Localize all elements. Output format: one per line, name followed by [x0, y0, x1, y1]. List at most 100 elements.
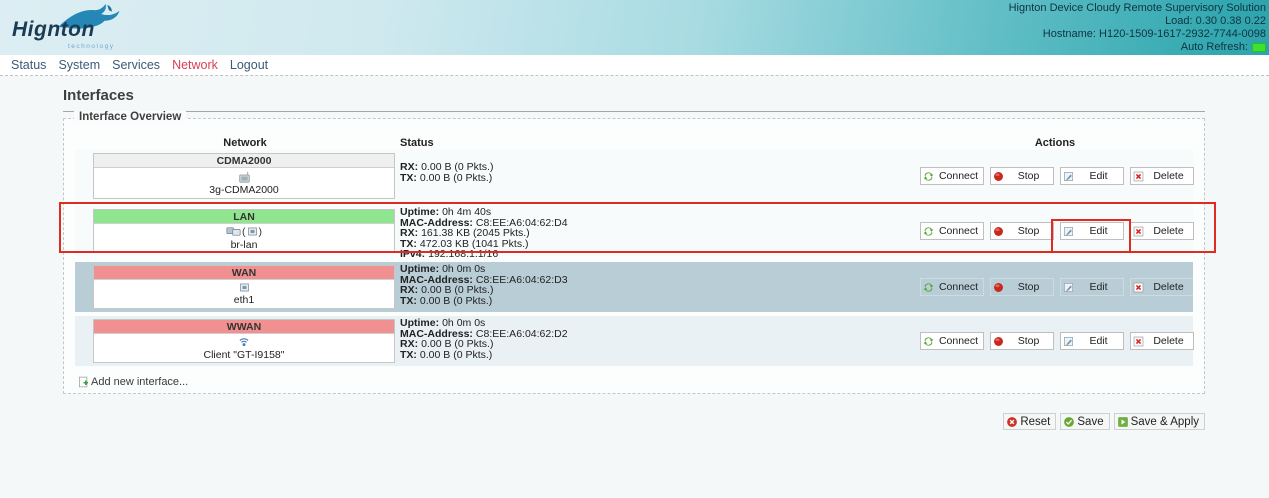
- interface-name-badge: WWAN: [94, 320, 394, 334]
- add-new-interface-label: Add new interface...: [91, 376, 188, 388]
- auto-refresh-toggle[interactable]: [1252, 43, 1266, 52]
- delete-icon: [1133, 282, 1144, 293]
- status-value: 192.168.1.1/16: [428, 248, 498, 260]
- hignton-logo: Hignton technology: [10, 4, 150, 52]
- top-banner: Hignton technology Hignton Device Cloudy…: [0, 0, 1269, 55]
- add-new-interface-link[interactable]: Add new interface...: [78, 376, 188, 388]
- stop-button[interactable]: Stop: [990, 332, 1054, 350]
- edit-button[interactable]: Edit: [1060, 278, 1124, 296]
- edit-icon: [1063, 226, 1074, 237]
- interface-row-wan: WAN eth1 Uptime:0h 0m 0s MAC-Address:C8:…: [75, 262, 1193, 312]
- save-button[interactable]: Save: [1060, 413, 1109, 430]
- edit-button[interactable]: Edit: [1060, 222, 1124, 240]
- edit-icon: [1063, 171, 1074, 182]
- interface-row-wwan: WWAN Client "GT-I9158" Uptime:0h 0m 0s M…: [75, 316, 1193, 366]
- connect-button[interactable]: Connect: [920, 167, 984, 185]
- status-value: 0.00 B (0 Pkts.): [420, 172, 492, 184]
- interface-device-name: br-lan: [231, 239, 258, 251]
- delete-icon: [1133, 226, 1144, 237]
- interface-card-cdma2000: CDMA2000 3g-CDMA2000: [93, 153, 395, 199]
- status-cell: Uptime:0h 0m 0s MAC-Address:C8:EE:A6:04:…: [400, 318, 568, 360]
- stop-button[interactable]: Stop: [990, 222, 1054, 240]
- form-footer: Reset Save Save & Apply: [63, 413, 1205, 430]
- interface-name-badge: LAN: [94, 210, 394, 224]
- delete-icon: [1133, 171, 1144, 182]
- wifi-icon: [238, 336, 250, 348]
- edit-icon: [1063, 336, 1074, 347]
- delete-button[interactable]: Delete: [1130, 332, 1194, 350]
- delete-button[interactable]: Delete: [1130, 167, 1194, 185]
- edit-icon: [1063, 282, 1074, 293]
- load-average: Load: 0.30 0.38 0.22: [1009, 15, 1266, 28]
- status-cell: Uptime:0h 4m 40s MAC-Address:C8:EE:A6:04…: [400, 207, 568, 260]
- actions-cell: Connect Stop Edit Delete: [920, 206, 1196, 256]
- menu-item-services[interactable]: Services: [106, 58, 166, 72]
- interface-card-lan: LAN ( ) br-lan: [93, 209, 395, 253]
- interface-device-name: 3g-CDMA2000: [209, 184, 278, 196]
- save-apply-button[interactable]: Save & Apply: [1114, 413, 1205, 430]
- system-info-block: Hignton Device Cloudy Remote Supervisory…: [1009, 2, 1266, 54]
- delete-button[interactable]: Delete: [1130, 278, 1194, 296]
- interface-device-name: Client "GT-I9158": [204, 349, 285, 361]
- menu-item-status[interactable]: Status: [5, 58, 52, 72]
- interface-card-wan: WAN eth1: [93, 265, 395, 309]
- logo-subtitle: technology: [68, 43, 114, 50]
- stop-icon: [993, 171, 1004, 182]
- paren-open: (: [242, 226, 246, 238]
- logo-wordmark: Hignton: [12, 18, 95, 42]
- status-label: TX:: [400, 349, 417, 361]
- modem-3g-icon: [238, 171, 251, 183]
- save-icon: [1063, 416, 1075, 428]
- stop-button[interactable]: Stop: [990, 278, 1054, 296]
- status-label: IPv4:: [400, 248, 425, 260]
- add-icon: [78, 376, 89, 388]
- interface-row-lan: LAN ( ) br-lan Uptime:0h 4m 40s MAC-Addr…: [75, 206, 1193, 256]
- edit-button[interactable]: Edit: [1060, 167, 1124, 185]
- ethernet-port-icon: [247, 226, 258, 237]
- interface-name-badge: CDMA2000: [94, 154, 394, 168]
- stop-icon: [993, 226, 1004, 237]
- product-line: Hignton Device Cloudy Remote Supervisory…: [1009, 2, 1266, 15]
- connect-icon: [923, 282, 934, 293]
- status-value: 0.00 B (0 Pkts.): [420, 295, 492, 307]
- connect-icon: [923, 226, 934, 237]
- status-label: TX:: [400, 172, 417, 184]
- interface-device-name: eth1: [234, 294, 254, 306]
- column-header-network: Network: [93, 137, 397, 149]
- connect-button[interactable]: Connect: [920, 278, 984, 296]
- hostname: Hostname: H120-1509-1617-2932-7744-0098: [1009, 28, 1266, 41]
- reset-button[interactable]: Reset: [1003, 413, 1056, 430]
- status-value: 0.00 B (0 Pkts.): [420, 349, 492, 361]
- connect-button[interactable]: Connect: [920, 332, 984, 350]
- save-apply-icon: [1117, 416, 1129, 428]
- status-cell: Uptime:0h 0m 0s MAC-Address:C8:EE:A6:04:…: [400, 264, 568, 306]
- page-title: Interfaces: [63, 87, 1205, 112]
- paren-close: ): [259, 226, 263, 238]
- column-header-actions: Actions: [915, 137, 1195, 149]
- interface-name-badge: WAN: [94, 266, 394, 280]
- stop-icon: [993, 336, 1004, 347]
- section-legend: Interface Overview: [74, 111, 186, 123]
- actions-cell: Connect Stop Edit Delete: [920, 262, 1196, 312]
- stop-button[interactable]: Stop: [990, 167, 1054, 185]
- actions-cell: Connect Stop Edit Delete: [920, 316, 1196, 366]
- menu-item-network[interactable]: Network: [166, 58, 224, 72]
- menu-item-logout[interactable]: Logout: [224, 58, 274, 72]
- delete-icon: [1133, 336, 1144, 347]
- connect-icon: [923, 336, 934, 347]
- column-header-status: Status: [400, 137, 434, 149]
- interface-card-wwan: WWAN Client "GT-I9158": [93, 319, 395, 363]
- reset-icon: [1006, 416, 1018, 428]
- status-label: TX:: [400, 295, 417, 307]
- delete-button[interactable]: Delete: [1130, 222, 1194, 240]
- edit-button[interactable]: Edit: [1060, 332, 1124, 350]
- ethernet-port-icon: [239, 282, 250, 293]
- connect-icon: [923, 171, 934, 182]
- interface-row-cdma2000: CDMA2000 3g-CDMA2000 RX:0.00 B (0 Pkts.)…: [75, 150, 1193, 202]
- menu-item-system[interactable]: System: [52, 58, 106, 72]
- main-menu: Status System Services Network Logout: [0, 55, 1269, 76]
- status-cell: RX:0.00 B (0 Pkts.) TX:0.00 B (0 Pkts.): [400, 162, 493, 183]
- stop-icon: [993, 282, 1004, 293]
- connect-button[interactable]: Connect: [920, 222, 984, 240]
- auto-refresh-label: Auto Refresh:: [1181, 41, 1248, 54]
